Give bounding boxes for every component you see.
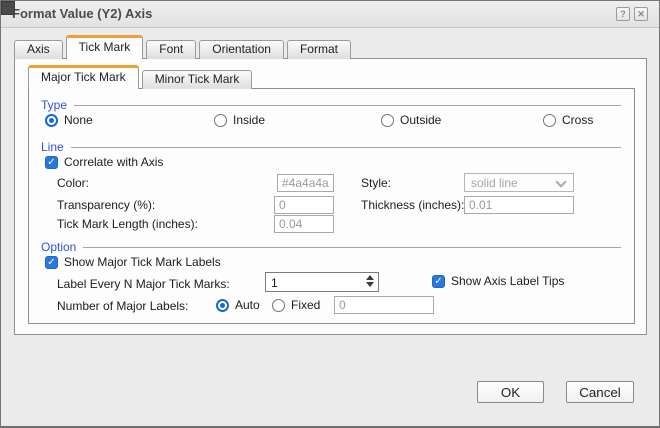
tab-format[interactable]: Format xyxy=(286,40,351,59)
transparency-input[interactable] xyxy=(274,196,334,214)
thickness-input[interactable] xyxy=(464,196,574,214)
radio-fixed[interactable]: Fixed xyxy=(272,298,320,312)
show-axis-label-tips-label: Show Axis Label Tips xyxy=(451,274,565,288)
style-dropdown-value: solid line xyxy=(471,176,518,190)
type-group-header: Type xyxy=(41,98,621,112)
checkbox-checked-icon[interactable]: ✓ xyxy=(45,255,58,269)
line-group-header: Line xyxy=(41,140,621,154)
stepper-arrows[interactable] xyxy=(366,275,375,287)
show-major-tick-mark-labels-label: Show Major Tick Mark Labels xyxy=(64,255,221,269)
correlate-with-axis-checkbox[interactable]: ✓ Correlate with Axis xyxy=(45,155,163,169)
radio-cross-icon[interactable] xyxy=(543,113,556,127)
help-icon[interactable]: ? xyxy=(616,7,630,21)
style-dropdown[interactable]: solid line xyxy=(464,173,574,192)
line-group-label: Line xyxy=(41,140,64,154)
color-label: Color: xyxy=(57,176,90,190)
label-every-n-value: 1 xyxy=(271,276,278,290)
tab-axis[interactable]: Axis xyxy=(14,40,63,59)
title-bar[interactable]: Format Value (Y2) Axis ? ✕ xyxy=(1,1,659,28)
chevron-down-icon xyxy=(555,176,567,188)
option-group-header: Option xyxy=(41,240,621,254)
show-axis-label-tips-checkbox[interactable]: ✓ Show Axis Label Tips xyxy=(432,274,564,288)
radio-none[interactable]: None xyxy=(45,113,93,127)
radio-auto-icon[interactable] xyxy=(216,298,229,312)
radio-fixed-label: Fixed xyxy=(291,298,321,312)
number-of-major-labels-label: Number of Major Labels: xyxy=(57,299,189,313)
radio-inside-label: Inside xyxy=(233,113,266,127)
label-every-n-label: Label Every N Major Tick Marks: xyxy=(57,277,230,291)
option-group-label: Option xyxy=(41,240,77,254)
option-group-rule xyxy=(83,246,621,248)
close-icon[interactable]: ✕ xyxy=(634,7,648,21)
show-major-tick-mark-labels-checkbox[interactable]: ✓ Show Major Tick Mark Labels xyxy=(45,255,221,269)
radio-outside[interactable]: Outside xyxy=(381,113,441,127)
radio-fixed-icon[interactable] xyxy=(272,298,285,312)
tab-font[interactable]: Font xyxy=(146,40,197,59)
radio-inside[interactable]: Inside xyxy=(214,113,265,127)
tab-orientation[interactable]: Orientation xyxy=(199,40,284,59)
label-every-n-stepper[interactable]: 1 xyxy=(265,272,379,292)
main-tab-bar: Axis Tick Mark Font Orientation Format xyxy=(14,35,354,59)
stepper-down-icon[interactable] xyxy=(366,282,374,287)
radio-none-icon[interactable] xyxy=(45,113,58,127)
radio-cross[interactable]: Cross xyxy=(543,113,593,127)
radio-cross-label: Cross xyxy=(562,113,594,127)
radio-outside-icon[interactable] xyxy=(381,113,394,127)
color-swatch[interactable] xyxy=(1,1,15,15)
dialog-title: Format Value (Y2) Axis xyxy=(12,6,153,21)
format-axis-dialog: Format Value (Y2) Axis ? ✕ Axis Tick Mar… xyxy=(0,0,660,428)
sub-tab-bar: Major Tick Mark Minor Tick Mark xyxy=(28,65,255,89)
checkbox-checked-icon[interactable]: ✓ xyxy=(45,155,58,169)
color-value-input[interactable] xyxy=(277,174,334,192)
cancel-button[interactable]: Cancel xyxy=(566,381,634,403)
tick-mark-length-input[interactable] xyxy=(274,215,334,233)
checkbox-checked-icon[interactable]: ✓ xyxy=(432,274,445,288)
style-label: Style: xyxy=(361,176,392,190)
stepper-up-icon[interactable] xyxy=(366,275,374,280)
correlate-with-axis-label: Correlate with Axis xyxy=(64,155,164,169)
tab-tick-mark[interactable]: Tick Mark xyxy=(65,35,144,59)
type-group-label: Type xyxy=(41,98,68,112)
line-group-rule xyxy=(70,146,621,148)
fixed-number-input[interactable] xyxy=(334,296,434,314)
type-group-rule xyxy=(74,104,621,106)
radio-auto-label: Auto xyxy=(235,298,260,312)
ok-button[interactable]: OK xyxy=(477,381,544,403)
transparency-label: Transparency (%): xyxy=(57,198,156,212)
thickness-label: Thickness (inches): xyxy=(361,198,465,212)
radio-auto[interactable]: Auto xyxy=(216,298,260,312)
tab-minor-tick-mark[interactable]: Minor Tick Mark xyxy=(141,70,253,89)
tick-mark-length-label: Tick Mark Length (inches): xyxy=(57,217,198,231)
radio-none-label: None xyxy=(64,113,93,127)
tab-major-tick-mark[interactable]: Major Tick Mark xyxy=(28,65,139,89)
radio-outside-label: Outside xyxy=(400,113,442,127)
radio-inside-icon[interactable] xyxy=(214,113,227,127)
